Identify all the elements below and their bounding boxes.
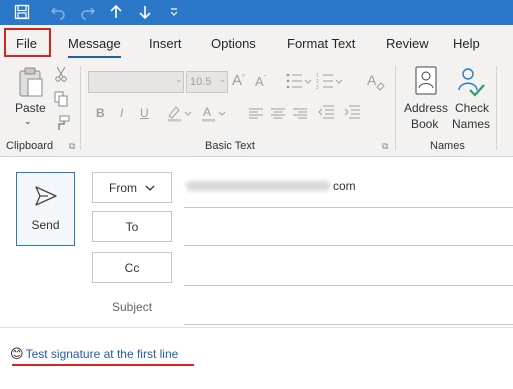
highlight-icon[interactable] (166, 104, 194, 127)
redo-icon[interactable] (78, 2, 98, 22)
from-field-underline (184, 207, 513, 208)
copy-icon[interactable] (54, 91, 68, 112)
align-center-icon[interactable] (271, 107, 285, 125)
italic-icon[interactable]: I (120, 106, 123, 120)
paste-icon[interactable] (14, 66, 46, 103)
font-name-select[interactable] (88, 71, 184, 93)
subject-label: Subject (112, 300, 153, 314)
names-group-label: Names (430, 140, 465, 152)
format-painter-icon[interactable] (54, 115, 70, 136)
ribbon-tabs: File Message Insert Options Format Text … (0, 25, 513, 62)
grow-font-icon[interactable]: A^ (232, 72, 245, 89)
paste-label[interactable]: Paste (15, 101, 46, 115)
align-right-icon[interactable] (293, 107, 307, 125)
arrow-down-icon[interactable] (135, 2, 155, 22)
address-book-label-line2[interactable]: Book (411, 117, 438, 131)
address-book-label-line1[interactable]: Address (404, 101, 448, 115)
svg-text:3: 3 (316, 85, 319, 90)
body-divider (0, 327, 513, 328)
subject-field[interactable] (184, 324, 513, 325)
send-label: Send (31, 218, 60, 232)
from-address-redacted (186, 181, 330, 191)
cc-field[interactable] (184, 285, 513, 286)
cut-icon[interactable] (54, 66, 68, 87)
from-label: From (109, 180, 137, 195)
to-label: To (125, 219, 139, 234)
basic-text-group-label: Basic Text (205, 140, 255, 152)
undo-icon[interactable] (48, 2, 68, 22)
to-field[interactable] (184, 245, 513, 246)
tab-message[interactable]: Message (68, 36, 121, 58)
from-button[interactable]: From (92, 172, 172, 203)
check-names-label-line2[interactable]: Names (452, 117, 490, 131)
send-button[interactable]: Send (16, 172, 75, 246)
ribbon: Paste ⌄ Clipboard ⧉ ⌄ 10.5 ⌄ A^ Aˇ 123 A… (0, 62, 513, 157)
svg-text:A: A (367, 72, 377, 88)
smiley-icon: 😊 (10, 346, 24, 361)
numbering-icon[interactable]: 123 (316, 72, 344, 95)
signature-text: Test signature at the first line (25, 347, 179, 361)
shrink-font-icon[interactable]: Aˇ (255, 74, 266, 89)
font-size-dropdown-icon[interactable]: ⌄ (219, 74, 227, 85)
svg-text:A: A (203, 105, 211, 119)
increase-indent-icon[interactable] (344, 105, 360, 124)
send-icon (34, 185, 58, 212)
basic-text-launcher-icon[interactable]: ⧉ (382, 141, 388, 152)
clear-formatting-icon[interactable]: A (366, 71, 386, 96)
check-names-label-line1[interactable]: Check (455, 101, 489, 115)
check-names-icon[interactable] (456, 66, 486, 103)
message-body[interactable]: 😊 Test signature at the first line (10, 346, 178, 362)
bullets-icon[interactable] (285, 72, 313, 95)
customize-icon[interactable] (164, 2, 184, 22)
address-book-icon[interactable] (414, 66, 438, 101)
cc-button[interactable]: Cc (92, 252, 172, 283)
decrease-indent-icon[interactable] (318, 105, 334, 124)
to-button[interactable]: To (92, 211, 172, 242)
tab-format-text[interactable]: Format Text (287, 36, 355, 51)
paste-dropdown-icon[interactable]: ⌄ (24, 116, 32, 127)
clipboard-group-label: Clipboard (6, 140, 54, 152)
font-dropdown-icon[interactable]: ⌄ (175, 74, 183, 85)
clipboard-launcher-icon[interactable]: ⧉ (69, 141, 75, 152)
underline-icon[interactable]: U (140, 106, 149, 120)
align-left-icon[interactable] (249, 107, 263, 125)
signature-highlight-underline (12, 364, 194, 366)
tab-options[interactable]: Options (211, 36, 256, 51)
cc-label: Cc (124, 260, 140, 275)
quick-access-toolbar (0, 0, 513, 25)
tab-review[interactable]: Review (386, 36, 429, 51)
font-color-icon[interactable]: A (200, 104, 228, 127)
tab-insert[interactable]: Insert (149, 36, 182, 51)
bold-icon[interactable]: B (96, 106, 105, 120)
from-address: com (333, 179, 356, 193)
group-separator (80, 66, 81, 150)
file-tab-highlight (4, 28, 51, 57)
tab-help[interactable]: Help (453, 36, 480, 51)
chevron-down-icon (145, 185, 155, 191)
group-separator (496, 66, 497, 150)
font-size-value: 10.5 (190, 76, 212, 88)
arrow-up-icon[interactable] (106, 2, 126, 22)
group-separator (395, 66, 396, 150)
save-icon[interactable] (12, 2, 32, 22)
